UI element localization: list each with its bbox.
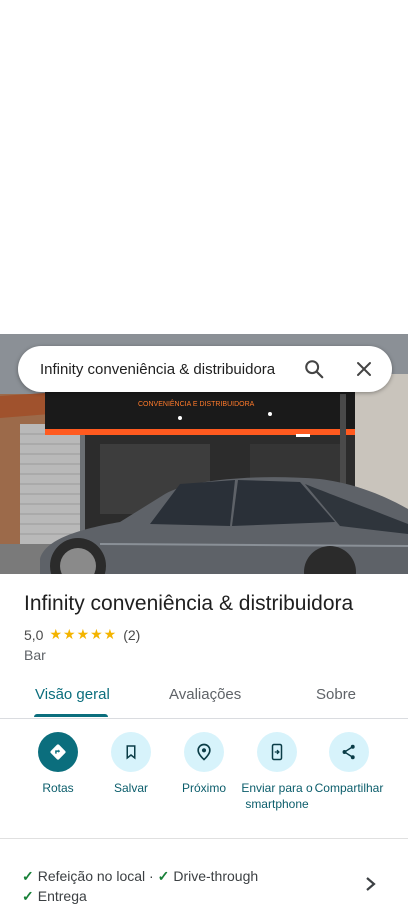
share-label: Compartilhar — [314, 781, 384, 795]
check-icon: ✓ — [157, 868, 170, 884]
active-tab-indicator — [34, 714, 108, 717]
nearby-label: Próximo — [181, 781, 226, 795]
attr-delivery: Entrega — [37, 888, 87, 904]
search-bar[interactable]: Infinity conveniência & distribuidora — [18, 346, 392, 392]
service-options[interactable]: ✓ Refeição no local · ✓ Drive-through ✓ Ent… — [22, 866, 352, 906]
search-input[interactable]: Infinity conveniência & distribuidora — [40, 361, 296, 378]
tab-about[interactable]: Sobre — [316, 686, 356, 703]
send-to-phone-button[interactable]: Enviar para o smartphone — [238, 732, 316, 812]
tab-reviews[interactable]: Avaliações — [169, 686, 241, 703]
blank-map-area — [0, 0, 408, 334]
nearby-button[interactable]: Próximo — [165, 732, 243, 796]
tab-bar: Visão geral Avaliações Sobre — [0, 676, 408, 719]
store-sign-text: CONVENIÊNCIA E DISTRIBUIDORA — [138, 399, 255, 408]
check-icon: ✓ — [22, 888, 34, 904]
share-button[interactable]: Compartilhar — [310, 732, 388, 796]
chevron-right-icon — [366, 877, 376, 891]
close-button[interactable] — [346, 351, 382, 387]
star-rating: ★★★★★ — [49, 626, 118, 642]
directions-icon — [50, 744, 66, 760]
tab-overview[interactable]: Visão geral — [35, 686, 110, 703]
place-category: Bar — [24, 647, 46, 663]
place-title: Infinity conveniência & distribuidora — [24, 592, 354, 615]
share-icon — [342, 744, 355, 760]
attr-drive-through: Drive-through — [173, 868, 259, 884]
save-label: Salvar — [113, 781, 148, 795]
service-options-expand[interactable] — [364, 874, 378, 899]
close-icon — [357, 362, 371, 376]
search-icon — [305, 360, 324, 379]
check-icon: ✓ — [22, 868, 34, 884]
save-button[interactable]: Salvar — [92, 732, 170, 796]
nearby-icon — [197, 743, 211, 761]
action-bar: Rotas Salvar Próximo Enviar para o smart… — [0, 732, 408, 838]
directions-button[interactable]: Rotas — [19, 732, 97, 796]
rating-value: 5,0 — [24, 626, 44, 643]
rating-row[interactable]: 5,0 ★★★★★ (2) — [24, 626, 140, 643]
send-to-phone-label: Enviar para o smartphone — [241, 781, 313, 811]
attr-separator: · — [149, 868, 154, 884]
search-button[interactable] — [296, 351, 332, 387]
send-to-phone-icon — [271, 743, 283, 761]
review-count: (2) — [123, 626, 141, 643]
directions-label: Rotas — [42, 781, 74, 795]
bookmark-icon — [126, 745, 136, 760]
attr-dine-in: Refeição no local — [37, 868, 146, 884]
divider — [0, 838, 408, 839]
